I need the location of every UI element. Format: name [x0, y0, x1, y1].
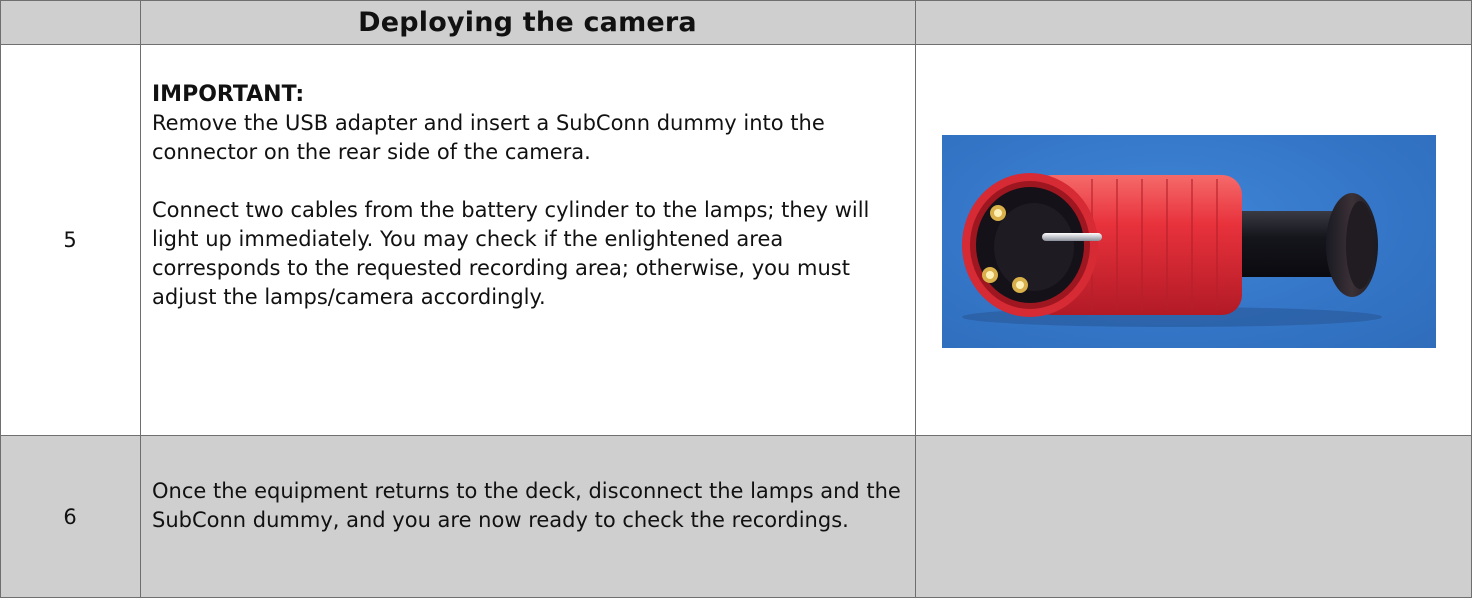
step-6-text: Once the equipment returns to the deck, …: [152, 477, 912, 535]
step-6-image-cell: [915, 435, 1472, 598]
header-number-cell: [0, 0, 140, 44]
table-border-row: [0, 435, 1472, 436]
instruction-table: Deploying the camera 5 IMPORTANT: Remove…: [0, 0, 1472, 598]
table-border-left: [0, 0, 1, 598]
table-column-divider: [140, 0, 141, 598]
step-5-paragraph-1: Remove the USB adapter and insert a SubC…: [152, 111, 825, 164]
step-number: 5: [63, 227, 77, 252]
table-column-divider: [915, 0, 916, 598]
step-5-text: IMPORTANT: Remove the USB adapter and in…: [152, 80, 912, 312]
step-number-cell: 6: [0, 435, 140, 598]
step-5-paragraph-2: Connect two cables from the battery cyli…: [152, 198, 870, 309]
step-number-cell: 5: [0, 44, 140, 435]
subconn-dummy-photo: [942, 135, 1436, 348]
table-border-top: [0, 0, 1472, 1]
step-6-paragraph-1: Once the equipment returns to the deck, …: [152, 479, 901, 532]
table-border-header: [0, 44, 1472, 45]
important-heading: IMPORTANT:: [152, 82, 305, 107]
subconn-dummy-illustration: [962, 173, 1382, 327]
header-image-cell: [915, 0, 1472, 44]
section-title: Deploying the camera: [358, 6, 697, 38]
step-number: 6: [63, 504, 77, 529]
header-title-cell: Deploying the camera: [140, 0, 915, 44]
